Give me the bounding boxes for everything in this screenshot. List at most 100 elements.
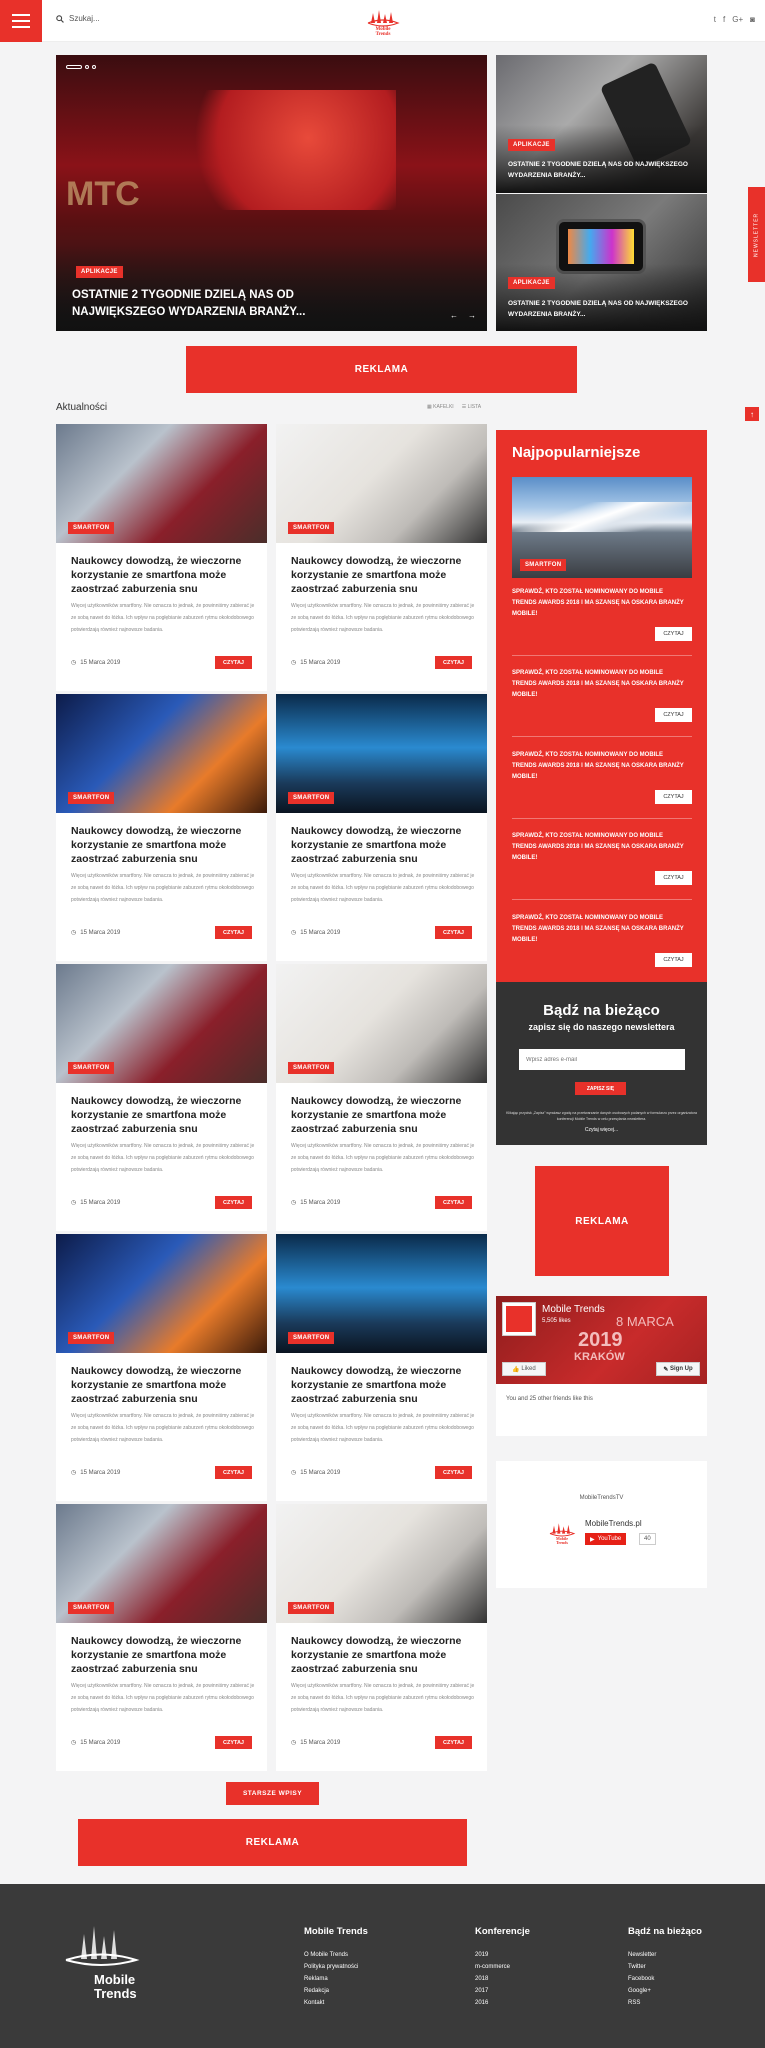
read-more-button[interactable]: CZYTAJ	[435, 656, 472, 669]
popular-item-title[interactable]: SPRAWDŹ, KTO ZOSTAŁ NOMINOWANY DO MOBILE…	[512, 831, 687, 864]
footer-link[interactable]: 2017	[475, 1985, 530, 1997]
mobile-trends-logo[interactable]: Mobile Trends	[363, 5, 403, 37]
news-card[interactable]: SMARTFON Naukowcy dowodzą, że wieczorne k…	[56, 694, 267, 961]
hero-side-tag[interactable]: APLIKACJE	[508, 139, 555, 151]
news-card[interactable]: SMARTFON Naukowcy dowodzą, że wieczorne k…	[276, 424, 487, 691]
card-tag[interactable]: SMARTFON	[288, 792, 335, 804]
card-tag[interactable]: SMARTFON	[288, 1602, 335, 1614]
footer-link[interactable]: Google+	[628, 1985, 702, 1997]
footer-link[interactable]: Kontakt	[304, 1997, 368, 2009]
card-title[interactable]: Naukowcy dowodzą, że wieczorne korzystan…	[71, 1364, 261, 1406]
view-list-button[interactable]: ☰ LISTA	[462, 404, 481, 410]
card-title[interactable]: Naukowcy dowodzą, że wieczorne korzystan…	[291, 824, 481, 866]
footer-link[interactable]: Newsletter	[628, 1949, 702, 1961]
twitter-icon[interactable]: t	[714, 15, 716, 24]
footer-link[interactable]: RSS	[628, 1997, 702, 2009]
card-tag[interactable]: SMARTFON	[68, 792, 115, 804]
read-more-button[interactable]: CZYTAJ	[435, 1196, 472, 1209]
popular-item-title[interactable]: SPRAWDŹ, KTO ZOSTAŁ NOMINOWANY DO MOBILE…	[512, 750, 687, 783]
youtube-channel[interactable]: MobileTrends.pl	[585, 1519, 642, 1528]
search-input[interactable]: Szukaj...	[56, 14, 100, 23]
card-tag[interactable]: SMARTFON	[68, 1602, 115, 1614]
card-tag[interactable]: SMARTFON	[68, 1332, 115, 1344]
popular-read-button[interactable]: CZYTAJ	[655, 627, 692, 641]
footer-link[interactable]: Twitter	[628, 1961, 702, 1973]
news-card[interactable]: SMARTFON Naukowcy dowodzą, że wieczorne k…	[56, 424, 267, 691]
slider-prev-button[interactable]: ←	[450, 311, 458, 320]
news-card[interactable]: SMARTFON Naukowcy dowodzą, że wieczorne k…	[276, 1234, 487, 1501]
newsletter-side-tab[interactable]: NEWSLETTER	[748, 187, 765, 282]
youtube-subscribe-button[interactable]: ▶ YouTube	[585, 1533, 627, 1545]
news-card[interactable]: SMARTFON Naukowcy dowodzą, że wieczorne k…	[276, 1504, 487, 1771]
popular-item-title[interactable]: SPRAWDŹ, KTO ZOSTAŁ NOMINOWANY DO MOBILE…	[512, 913, 687, 946]
hero-slider[interactable]: MTC APLIKACJE OSTATNIE 2 TYGODNIE DZIELĄ…	[56, 55, 487, 331]
card-title[interactable]: Naukowcy dowodzą, że wieczorne korzystan…	[291, 1094, 481, 1136]
footer-link[interactable]: Redakcja	[304, 1985, 368, 1997]
card-tag[interactable]: SMARTFON	[288, 522, 335, 534]
footer-link[interactable]: 2019	[475, 1949, 530, 1961]
footer-link[interactable]: Polityka prywatności	[304, 1961, 368, 1973]
hero-side-card-1[interactable]: APLIKACJE OSTATNIE 2 TYGODNIE DZIELĄ NAS…	[496, 55, 707, 193]
news-card[interactable]: SMARTFON Naukowcy dowodzą, że wieczorne k…	[56, 1504, 267, 1771]
card-tag[interactable]: SMARTFON	[68, 1062, 115, 1074]
read-more-button[interactable]: CZYTAJ	[215, 1196, 252, 1209]
popular-item-title[interactable]: SPRAWDŹ, KTO ZOSTAŁ NOMINOWANY DO MOBILE…	[512, 668, 687, 701]
subscribe-button[interactable]: ZAPISZ SIĘ	[575, 1082, 626, 1095]
news-card[interactable]: SMARTFON Naukowcy dowodzą, że wieczorne k…	[276, 964, 487, 1231]
hero-side-title[interactable]: OSTATNIE 2 TYGODNIE DZIELĄ NAS OD NAJWIĘ…	[508, 159, 698, 181]
read-more-button[interactable]: CZYTAJ	[435, 1736, 472, 1749]
footer-logo[interactable]: Mobile Trends	[56, 1924, 146, 2004]
news-card[interactable]: SMARTFON Naukowcy dowodzą, że wieczorne k…	[276, 694, 487, 961]
older-posts-button[interactable]: STARSZE WPISY	[226, 1782, 319, 1805]
card-title[interactable]: Naukowcy dowodzą, że wieczorne korzystan…	[291, 1364, 481, 1406]
view-tiles-button[interactable]: ▦ KAFELKI	[427, 404, 454, 410]
footer-link[interactable]: O Mobile Trends	[304, 1949, 368, 1961]
card-title[interactable]: Naukowcy dowodzą, że wieczorne korzystan…	[71, 824, 261, 866]
hero-side-card-2[interactable]: APLIKACJE OSTATNIE 2 TYGODNIE DZIELĄ NAS…	[496, 194, 707, 331]
read-more-button[interactable]: CZYTAJ	[435, 926, 472, 939]
ad-banner-bottom[interactable]: REKLAMA	[78, 1819, 467, 1866]
footer-link[interactable]: 2016	[475, 1997, 530, 2009]
footer-link[interactable]: Facebook	[628, 1973, 702, 1985]
read-more-button[interactable]: CZYTAJ	[215, 656, 252, 669]
popular-read-button[interactable]: CZYTAJ	[655, 708, 692, 722]
slider-next-button[interactable]: →	[468, 311, 476, 320]
rss-icon[interactable]: ◙	[750, 15, 755, 24]
ad-banner-top[interactable]: REKLAMA	[186, 346, 577, 393]
popular-item-title[interactable]: SPRAWDŹ, KTO ZOSTAŁ NOMINOWANY DO MOBILE…	[512, 587, 687, 620]
footer-link[interactable]: 2018	[475, 1973, 530, 1985]
popular-read-button[interactable]: CZYTAJ	[655, 953, 692, 967]
read-more-button[interactable]: CZYTAJ	[215, 1466, 252, 1479]
news-card[interactable]: SMARTFON Naukowcy dowodzą, że wieczorne k…	[56, 964, 267, 1231]
news-card[interactable]: SMARTFON Naukowcy dowodzą, że wieczorne k…	[56, 1234, 267, 1501]
hero-side-tag[interactable]: APLIKACJE	[508, 277, 555, 289]
footer-link[interactable]: m-commerce	[475, 1961, 530, 1973]
card-title[interactable]: Naukowcy dowodzą, że wieczorne korzystan…	[71, 1094, 261, 1136]
facebook-page-name[interactable]: Mobile Trends	[542, 1304, 605, 1315]
menu-button[interactable]	[0, 0, 42, 42]
hero-tag[interactable]: APLIKACJE	[76, 266, 123, 278]
hero-side-title[interactable]: OSTATNIE 2 TYGODNIE DZIELĄ NAS OD NAJWIĘ…	[508, 298, 698, 320]
card-tag[interactable]: SMARTFON	[288, 1332, 335, 1344]
facebook-avatar[interactable]	[502, 1302, 536, 1336]
google-plus-icon[interactable]: G+	[732, 15, 743, 24]
popular-read-button[interactable]: CZYTAJ	[655, 790, 692, 804]
card-title[interactable]: Naukowcy dowodzą, że wieczorne korzystan…	[71, 1634, 261, 1676]
scroll-top-button[interactable]: ↑	[745, 407, 759, 421]
read-more-button[interactable]: CZYTAJ	[215, 1736, 252, 1749]
card-tag[interactable]: SMARTFON	[68, 522, 115, 534]
card-title[interactable]: Naukowcy dowodzą, że wieczorne korzystan…	[71, 554, 261, 596]
email-field[interactable]	[519, 1049, 685, 1070]
facebook-liked-button[interactable]: 👍 Liked	[502, 1362, 546, 1376]
facebook-icon[interactable]: f	[723, 15, 725, 24]
popular-image-tag[interactable]: SMARTFON	[520, 559, 567, 571]
hero-title[interactable]: OSTATNIE 2 TYGODNIE DZIELĄ NAS OD NAJWIĘ…	[72, 287, 372, 321]
read-more-button[interactable]: CZYTAJ	[215, 926, 252, 939]
read-more-button[interactable]: CZYTAJ	[435, 1466, 472, 1479]
popular-image[interactable]: SMARTFON	[512, 477, 692, 578]
footer-link[interactable]: Reklama	[304, 1973, 368, 1985]
card-title[interactable]: Naukowcy dowodzą, że wieczorne korzystan…	[291, 1634, 481, 1676]
slider-dots[interactable]	[66, 65, 96, 69]
card-title[interactable]: Naukowcy dowodzą, że wieczorne korzystan…	[291, 554, 481, 596]
mobile-trends-logo[interactable]: Mobile Trends	[546, 1517, 578, 1547]
